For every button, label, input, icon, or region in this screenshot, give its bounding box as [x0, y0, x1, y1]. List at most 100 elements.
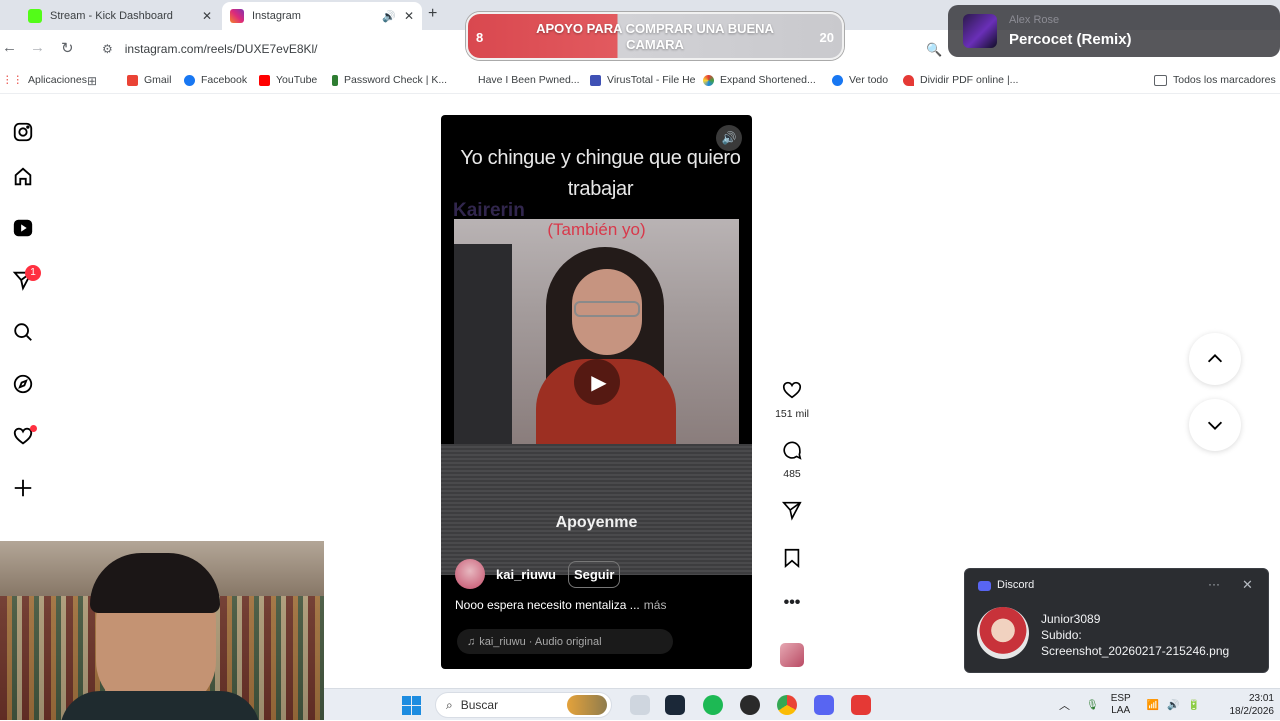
taskbar-search[interactable]: ⌕ Buscar [435, 692, 612, 718]
close-tab-icon[interactable]: ✕ [202, 9, 212, 23]
virustotal-icon [590, 74, 601, 86]
bookmark-dividir-pdf[interactable]: Dividir PDF online |... [903, 74, 1018, 86]
follow-button[interactable]: Seguir [567, 560, 621, 588]
search-icon[interactable] [11, 320, 35, 344]
album-art [963, 14, 997, 48]
bookmark-youtube[interactable]: YouTube [259, 74, 317, 86]
sender-avatar [977, 607, 1029, 659]
reel-audio-link[interactable]: ♫ kai_riuwu · Audio original [457, 629, 673, 654]
facebook-icon [832, 74, 843, 86]
previous-reel-button[interactable] [1189, 333, 1241, 385]
song-title: Percocet (Remix) [1009, 31, 1132, 48]
author-avatar[interactable] [455, 559, 485, 589]
forward-icon[interactable]: → [30, 39, 45, 56]
notification-more-icon[interactable]: ··· [1208, 577, 1220, 591]
home-icon[interactable] [11, 165, 35, 189]
tab-kick-dashboard[interactable]: Stream - Kick Dashboard ✕ [20, 2, 220, 30]
bookmark-virustotal[interactable]: VirusTotal - File He [590, 74, 696, 86]
next-reel-button[interactable] [1189, 399, 1241, 451]
tab-groups-icon[interactable]: ⊞ [87, 74, 97, 88]
spotify-icon[interactable] [703, 695, 723, 715]
battery-icon[interactable]: 🔋 [1188, 700, 1200, 711]
tab-title: Stream - Kick Dashboard [50, 10, 173, 22]
tray-chevron-up-icon[interactable]: ︿ [1059, 697, 1070, 713]
bookmark-ver-todo[interactable]: Ver todo [832, 74, 888, 86]
windows-start-icon[interactable] [402, 696, 421, 715]
microphone-icon[interactable]: 🎙 [1086, 700, 1099, 711]
share-button[interactable] [772, 499, 812, 526]
steam-icon[interactable] [665, 695, 685, 715]
clock-time: 23:01 [1248, 693, 1274, 704]
more-options-icon[interactable]: ••• [772, 594, 812, 612]
caption-more-link[interactable]: más [644, 598, 667, 612]
expand-icon [703, 74, 714, 86]
notification-close-icon[interactable]: ✕ [1242, 577, 1253, 593]
keyboard-layout: LAA [1111, 705, 1131, 716]
file-explorer-icon[interactable] [630, 695, 650, 715]
taskbar-search-label: Buscar [460, 698, 499, 712]
webcam-overlay [0, 541, 324, 720]
bookmark-gmail[interactable]: Gmail [127, 74, 171, 86]
play-icon[interactable]: ▶ [574, 359, 620, 405]
goal-target: 20 [819, 30, 834, 45]
video-subtext: (También yo) [547, 220, 646, 239]
notification-app-name: Discord [997, 579, 1035, 591]
audio-thumbnail[interactable] [780, 643, 804, 667]
youtube-icon [259, 74, 270, 86]
audio-label: kai_riuwu · Audio original [479, 635, 602, 648]
close-tab-icon[interactable]: ✕ [404, 9, 414, 23]
new-tab-button[interactable]: + [428, 5, 437, 23]
like-button[interactable]: 151 mil [772, 379, 812, 420]
site-info-icon[interactable]: ⚙ [102, 42, 113, 56]
taskbar-clock[interactable]: 23:01 18/2/2026 [1214, 692, 1275, 718]
webcam-person-shirt [60, 691, 260, 720]
kick-favicon-icon [28, 9, 42, 23]
reel-video-player[interactable]: Yo chingue y chingue que quiero trabajar… [441, 115, 752, 669]
video-person-glasses [574, 301, 640, 317]
bookmark-hibp[interactable]: Have I Been Pwned... [478, 74, 580, 86]
instagram-logo-icon[interactable] [11, 120, 35, 144]
explore-icon[interactable] [11, 372, 35, 396]
comment-button[interactable]: 485 [772, 439, 812, 480]
back-icon[interactable]: ← [2, 39, 17, 56]
facebook-icon [184, 74, 195, 86]
comment-icon [783, 441, 802, 460]
bookmark-apps[interactable]: ⋮⋮ Aplicaciones [2, 74, 87, 86]
video-shelf [454, 244, 512, 444]
bookmark-password-check[interactable]: Password Check | K... [332, 74, 447, 86]
video-lower-frame [441, 444, 752, 575]
reel-caption: Nooo espera necesito mentaliza ... más [455, 598, 666, 612]
reels-icon[interactable] [11, 216, 35, 240]
stream-goal-overlay: 8 APOYO PARA COMPRAR UNA BUENA CAMARA 20 [466, 12, 844, 60]
bookmark-expand[interactable]: Expand Shortened... [703, 74, 816, 86]
reel-author-row: kai_riuwu Seguir [455, 559, 621, 589]
caption-text: Nooo espera necesito mentaliza ... [455, 598, 640, 612]
windows-taskbar: ⌕ Buscar ︿ 🎙 ESP LAA 📶 🔊 🔋 23:01 18/2/20… [324, 688, 1280, 720]
create-plus-icon[interactable] [11, 476, 35, 500]
tab-instagram[interactable]: Instagram 🔊 ✕ [222, 2, 422, 30]
like-heart-icon [782, 381, 802, 399]
video-frame: (También yo) [454, 219, 739, 444]
author-username[interactable]: kai_riuwu [496, 567, 556, 582]
language-indicator[interactable]: ESP LAA [1111, 693, 1131, 717]
discord-icon[interactable] [814, 695, 834, 715]
obs-icon[interactable] [740, 695, 760, 715]
volume-icon[interactable]: 🔊 [1167, 700, 1179, 711]
mute-toggle-icon[interactable]: 🔊 [716, 125, 742, 151]
chevron-up-icon [1207, 354, 1223, 363]
app-red-icon[interactable] [851, 695, 871, 715]
zoom-icon[interactable]: 🔍 [926, 42, 942, 58]
bookmark-icon [784, 548, 800, 569]
notification-user: Junior3089 [1041, 612, 1101, 626]
artist-name: Alex Rose [1009, 14, 1060, 26]
tab-audio-icon[interactable]: 🔊 [382, 10, 396, 23]
reel-overlay-text: Yo chingue y chingue que quiero trabajar [460, 147, 741, 200]
bookmark-facebook[interactable]: Facebook [184, 74, 247, 86]
goal-title: APOYO PARA COMPRAR UNA BUENA CAMARA [536, 21, 774, 52]
reload-icon[interactable]: ↻ [61, 39, 74, 57]
save-button[interactable] [772, 547, 812, 574]
discord-notification[interactable]: Discord ··· ✕ Junior3089 Subido: Screens… [964, 568, 1269, 673]
wifi-icon[interactable]: 📶 [1147, 700, 1159, 711]
bookmark-all[interactable]: Todos los marcadores [1154, 74, 1276, 86]
chrome-icon[interactable] [777, 695, 797, 715]
